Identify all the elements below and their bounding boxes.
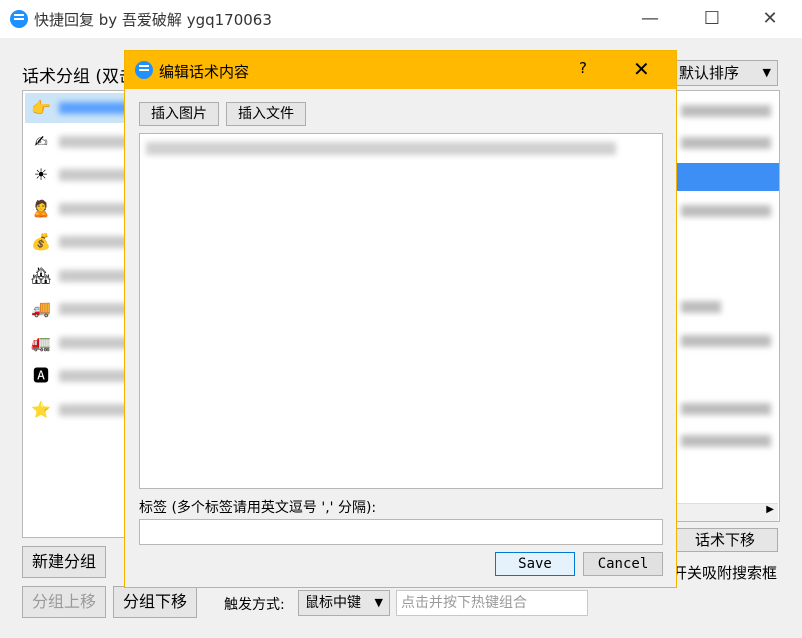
- money-bag-icon: 💰: [31, 232, 51, 251]
- group-name-blurred: [59, 169, 129, 181]
- sort-dropdown[interactable]: 默认排序 ▼: [672, 60, 778, 86]
- list-item[interactable]: [681, 403, 771, 415]
- group-list-item[interactable]: ⭐: [25, 395, 129, 425]
- insert-file-button[interactable]: 插入文件: [226, 102, 306, 126]
- chat-bubble-icon: [10, 10, 28, 28]
- group-move-up-button[interactable]: 分组上移: [22, 586, 106, 618]
- list-item-selected[interactable]: [673, 163, 779, 191]
- new-group-button[interactable]: 新建分组: [22, 546, 106, 578]
- sun-icon: ☀: [33, 165, 49, 184]
- window-close-button[interactable]: ✕: [756, 6, 784, 32]
- group-list-item[interactable]: 🅰: [25, 361, 129, 391]
- list-item[interactable]: [681, 205, 771, 217]
- trigger-label: 触发方式:: [224, 597, 285, 613]
- group-name-blurred: [59, 269, 129, 282]
- group-list-item[interactable]: ✍: [25, 127, 129, 157]
- group-name-blurred: [59, 135, 129, 148]
- insert-image-button[interactable]: 插入图片: [139, 102, 219, 126]
- truck-green-icon: 🚛: [31, 332, 51, 352]
- snap-search-option[interactable]: 开关吸附搜索框: [672, 562, 777, 583]
- list-item[interactable]: [681, 137, 771, 149]
- group-list-item[interactable]: 🙎: [25, 194, 129, 224]
- group-name-blurred: [59, 336, 129, 349]
- pointing-hand-icon: 👉: [31, 98, 51, 117]
- dialog-close-button[interactable]: ✕: [633, 57, 650, 81]
- content-editor[interactable]: [139, 133, 663, 489]
- maximize-button[interactable]: ☐: [698, 6, 726, 32]
- chevron-down-icon: ▼: [374, 596, 383, 609]
- list-item[interactable]: [681, 105, 771, 117]
- editor-text-line: [146, 142, 616, 155]
- script-move-down-button[interactable]: 话术下移: [672, 528, 778, 552]
- house-icon: 🏘: [31, 265, 52, 285]
- list-item[interactable]: [681, 335, 771, 347]
- hotkey-input[interactable]: 点击并按下热键组合: [396, 590, 588, 616]
- dialog-title: 编辑话术内容: [159, 63, 250, 81]
- list-item[interactable]: [681, 301, 721, 313]
- group-list-item[interactable]: 💰: [25, 227, 129, 257]
- horizontal-scrollbar[interactable]: ▶: [672, 503, 778, 521]
- list-item[interactable]: [681, 435, 771, 447]
- group-list-item[interactable]: ☀: [25, 160, 129, 190]
- tag-input[interactable]: [139, 519, 663, 545]
- truck-red-icon: 🚚: [31, 299, 51, 318]
- dialog-title-bar: 编辑话术内容 ? ✕: [125, 51, 676, 89]
- group-name-blurred: [59, 236, 129, 248]
- group-name-blurred: [59, 403, 129, 416]
- group-list-item[interactable]: 🚛: [25, 328, 129, 358]
- trigger-dropdown[interactable]: 鼠标中键 ▼: [298, 590, 390, 616]
- trigger-selected-value: 鼠标中键: [305, 595, 361, 611]
- groups-label: 话术分组 (双击: [22, 67, 137, 87]
- chevron-down-icon: ▼: [762, 66, 771, 79]
- scroll-right-icon[interactable]: ▶: [766, 504, 774, 515]
- edit-script-dialog: 编辑话术内容 ? ✕ 插入图片 插入文件 标签 (多个标签请用英文逗号 ',' …: [124, 50, 677, 588]
- letter-a-icon: 🅰: [32, 366, 49, 385]
- save-button[interactable]: Save: [495, 552, 575, 576]
- group-list-item[interactable]: 🚚: [25, 294, 129, 324]
- group-move-down-button[interactable]: 分组下移: [113, 586, 197, 618]
- star-icon: ⭐: [31, 399, 51, 419]
- sort-selected-value: 默认排序: [679, 64, 740, 82]
- script-list[interactable]: [672, 90, 780, 522]
- group-name-blurred: [59, 102, 129, 114]
- main-title-bar: 快捷回复 by 吾爱破解 ygq170063 — ☐ ✕: [0, 0, 802, 38]
- window-title: 快捷回复 by 吾爱破解 ygq170063: [34, 11, 272, 29]
- group-list-item[interactable]: 👉: [25, 93, 129, 123]
- group-name-blurred: [59, 202, 129, 215]
- group-name-blurred: [59, 370, 129, 382]
- cancel-button[interactable]: Cancel: [583, 552, 663, 576]
- group-list[interactable]: 👉 ✍ ☀ 🙎 💰 🏘 🚚 🚛 🅰 ⭐: [22, 90, 130, 538]
- tag-label: 标签 (多个标签请用英文逗号 ',' 分隔):: [139, 500, 377, 516]
- group-list-item[interactable]: 🏘: [25, 261, 129, 291]
- group-name-blurred: [59, 303, 129, 315]
- help-button[interactable]: ?: [579, 59, 587, 77]
- chat-bubble-icon: [135, 61, 153, 79]
- writing-hand-icon: ✍: [34, 131, 48, 151]
- person-icon: 🙎: [31, 198, 51, 218]
- minimize-button[interactable]: —: [636, 6, 664, 32]
